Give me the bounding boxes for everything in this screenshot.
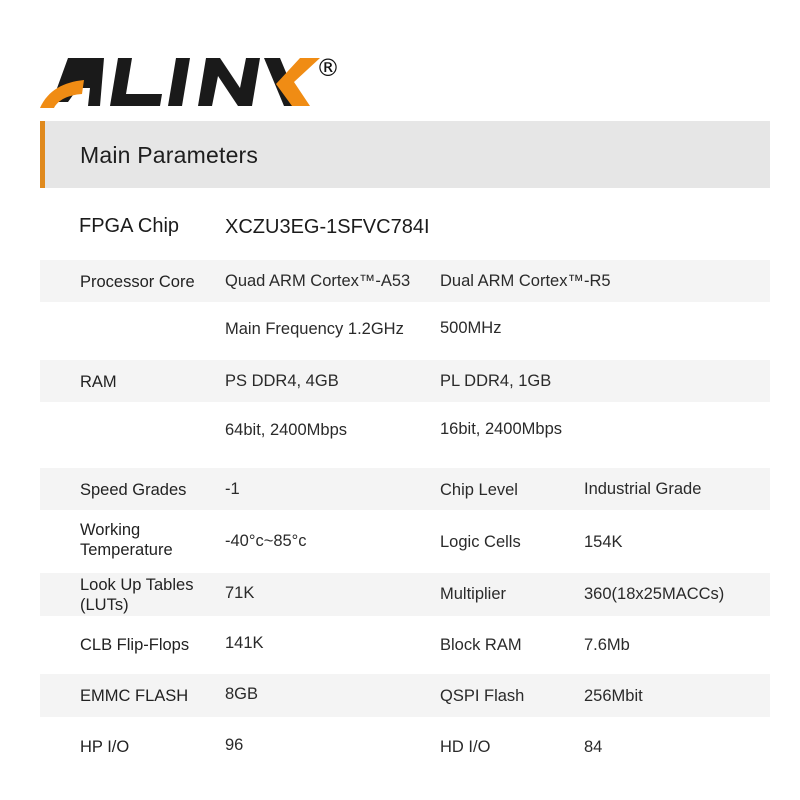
spec-row-io: HP I/O 96 HD I/O 84	[40, 717, 770, 772]
spec-value: 141K	[225, 634, 264, 652]
spec-row-clb-flip-flops: CLB Flip-Flops 141K Block RAM 7.6Mb	[40, 616, 770, 674]
fpga-chip-value: XCZU3EG-1SFVC784I	[225, 216, 430, 238]
section-header: Main Parameters	[40, 121, 770, 188]
spec-value-secondary: 84	[584, 738, 603, 756]
spec-value-secondary: 154K	[584, 533, 623, 551]
spec-label-secondary: Chip Level	[440, 481, 518, 499]
spec-row-luts: Look Up Tables (LUTs) 71K Multiplier 360…	[40, 573, 770, 616]
spec-value: -40°c~85°c	[225, 532, 307, 550]
spec-value-secondary: Dual ARM Cortex™-R5	[440, 272, 611, 290]
spec-value: Main Frequency 1.2GHz	[225, 320, 404, 338]
spec-label: CLB Flip-Flops	[80, 636, 190, 654]
fpga-chip-label: FPGA Chip	[79, 215, 180, 237]
spec-label: Look Up Tables (LUTs)	[80, 576, 194, 614]
spec-value-secondary: Industrial Grade	[584, 480, 702, 498]
spec-label: HP I/O	[80, 738, 130, 756]
spec-row-processor-frequency: Main Frequency 1.2GHz 500MHz	[40, 302, 770, 360]
spec-label-secondary: QSPI Flash	[440, 687, 525, 705]
section-title: Main Parameters	[80, 142, 259, 168]
spec-label: EMMC FLASH	[80, 687, 189, 705]
spec-row-speed-grades: Speed Grades -1 Chip Level Industrial Gr…	[40, 468, 770, 510]
spec-row-ram: RAM PS DDR4, 4GB PL DDR4, 1GB	[40, 360, 770, 402]
spec-value-secondary: 360(18x25MACCs)	[584, 585, 725, 603]
logo-letter-l	[110, 58, 162, 106]
spec-row-processor-core: Processor Core Quad ARM Cortex™-A53 Dual…	[40, 260, 770, 302]
spec-label-secondary: Multiplier	[440, 585, 507, 603]
logo-letter-i	[168, 58, 190, 106]
spec-label-secondary: HD I/O	[440, 738, 491, 756]
spec-label: Working Temperature	[80, 521, 173, 559]
spec-value: 8GB	[225, 685, 259, 703]
alinx-logo	[38, 54, 348, 112]
spec-value: -1	[225, 480, 240, 498]
spec-row-emmc-flash: EMMC FLASH 8GB QSPI Flash 256Mbit	[40, 674, 770, 717]
registered-mark: ®	[316, 54, 340, 82]
logo-letter-n	[198, 58, 260, 106]
spec-value: 64bit, 2400Mbps	[225, 421, 348, 439]
spec-value-secondary: PL DDR4, 1GB	[440, 372, 552, 390]
fpga-chip-row: FPGA Chip XCZU3EG-1SFVC784I	[40, 205, 770, 250]
spec-row-ram-bus: 64bit, 2400Mbps 16bit, 2400Mbps	[40, 402, 770, 468]
spec-value: 71K	[225, 584, 255, 602]
spec-value: Quad ARM Cortex™-A53	[225, 272, 411, 290]
spec-value-secondary: 256Mbit	[584, 687, 643, 705]
spec-value: PS DDR4, 4GB	[225, 372, 339, 390]
spec-value-secondary: 500MHz	[440, 319, 502, 337]
alinx-logo-mark	[40, 58, 320, 108]
spec-value-secondary: 16bit, 2400Mbps	[440, 420, 563, 438]
spec-value: 96	[225, 736, 244, 754]
spec-label-secondary: Logic Cells	[440, 533, 521, 551]
spec-label-secondary: Block RAM	[440, 636, 522, 654]
spec-value-secondary: 7.6Mb	[584, 636, 630, 654]
spec-label: RAM	[80, 373, 117, 391]
spec-label: Speed Grades	[80, 481, 187, 499]
spec-row-working-temperature: Working Temperature -40°c~85°c Logic Cel…	[40, 510, 770, 573]
spec-label: Processor Core	[80, 273, 195, 291]
